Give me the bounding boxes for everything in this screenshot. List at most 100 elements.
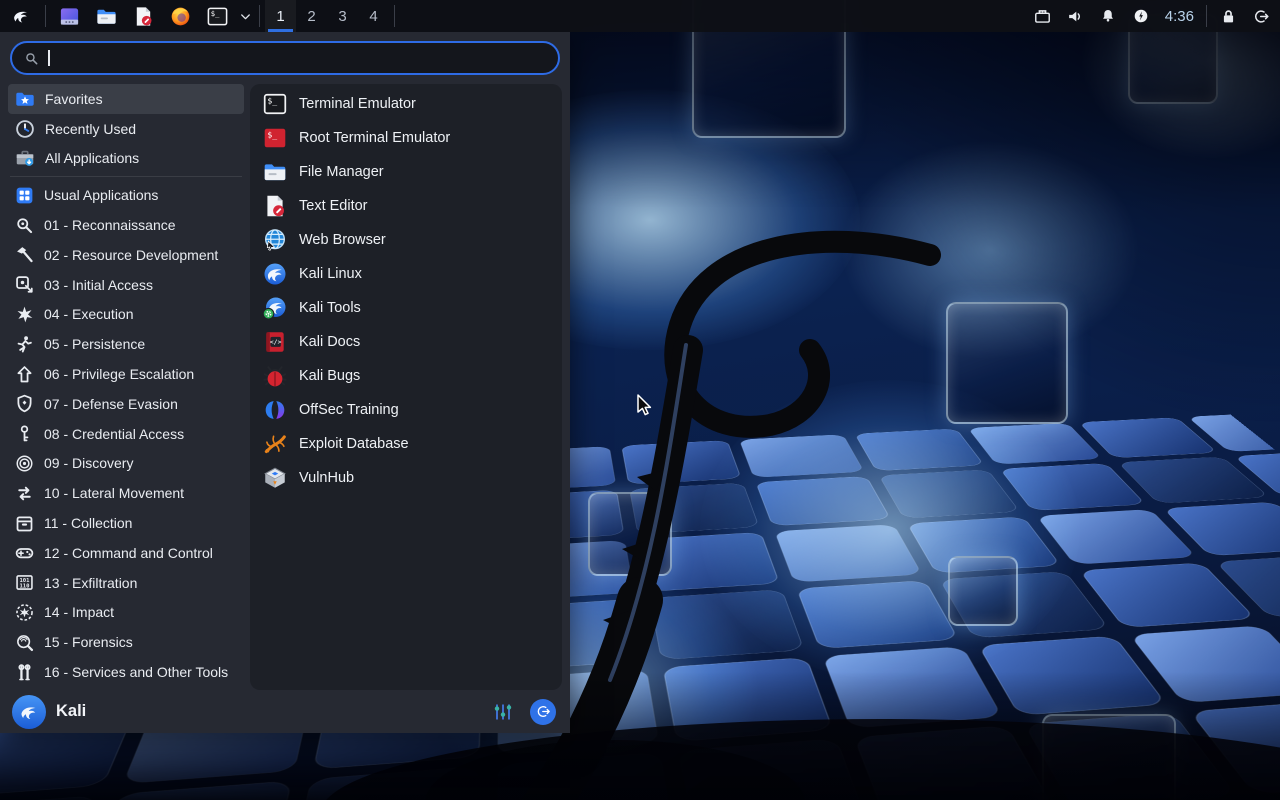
workspace-1[interactable]: 1	[265, 0, 296, 32]
app-label: File Manager	[299, 164, 384, 180]
logout-disc	[530, 698, 556, 725]
log-out-button[interactable]	[1245, 1, 1278, 31]
glass-cube	[946, 302, 1068, 424]
launcher-text-editor[interactable]	[125, 0, 162, 32]
workspace-4[interactable]: 4	[358, 0, 389, 32]
app-label: Kali Tools	[299, 300, 361, 316]
category-list: Favorites Recently Used All Applications…	[8, 84, 244, 690]
category-usual-applications[interactable]: Usual Applications	[8, 180, 244, 210]
lock-icon	[1219, 7, 1238, 26]
applications-menu-button[interactable]	[6, 2, 36, 30]
settings-sliders-icon	[491, 700, 515, 724]
category-recently-used[interactable]: Recently Used	[8, 114, 244, 144]
kali-dragon-icon	[262, 261, 288, 287]
search-input[interactable]	[10, 41, 560, 75]
app-label: VulnHub	[299, 470, 355, 486]
app-kali-bugs[interactable]: Kali Bugs	[256, 359, 556, 393]
workspace-2[interactable]: 2	[296, 0, 327, 32]
app-file-manager[interactable]: File Manager	[256, 155, 556, 189]
notifications-tray-button[interactable]	[1092, 1, 1125, 31]
category-09-discovery[interactable]: 09 - Discovery	[8, 449, 244, 479]
launcher-terminal[interactable]	[199, 0, 236, 32]
category-04-execution[interactable]: 04 - Execution	[8, 300, 244, 330]
launcher-file-manager[interactable]	[88, 0, 125, 32]
app-root-terminal-emulator[interactable]: Root Terminal Emulator	[256, 121, 556, 155]
terminal-icon	[206, 5, 229, 28]
bug-icon	[262, 363, 288, 389]
app-web-browser[interactable]: Web Browser	[256, 223, 556, 257]
workspace-number: 2	[307, 7, 316, 25]
launcher-web-browser[interactable]	[162, 0, 199, 32]
category-13-exfiltration[interactable]: 13 - Exfiltration	[8, 568, 244, 598]
launcher-app-window[interactable]	[51, 0, 88, 32]
category-all-applications[interactable]: All Applications	[8, 144, 244, 174]
category-favorites[interactable]: Favorites	[8, 84, 244, 114]
magnifier-icon	[14, 215, 35, 236]
category-11-collection[interactable]: 11 - Collection	[8, 508, 244, 538]
app-label: Text Editor	[299, 198, 368, 214]
panel-separator	[45, 5, 46, 27]
category-02-resource-development[interactable]: 02 - Resource Development	[8, 240, 244, 270]
category-05-persistence[interactable]: 05 - Persistence	[8, 329, 244, 359]
category-14-impact[interactable]: 14 - Impact	[8, 598, 244, 628]
workspace-3[interactable]: 3	[327, 0, 358, 32]
category-15-forensics[interactable]: 15 - Forensics	[8, 627, 244, 657]
favorites-app-list: Terminal Emulator Root Terminal Emulator…	[250, 84, 562, 690]
clock[interactable]: 4:36	[1165, 8, 1194, 25]
app-exploit-database[interactable]: Exploit Database	[256, 427, 556, 461]
app-grid-icon	[14, 185, 35, 206]
kali-dragon-icon	[17, 700, 41, 724]
fingerprint-magnifier-icon	[14, 632, 35, 653]
category-08-credential-access[interactable]: 08 - Credential Access	[8, 419, 244, 449]
app-kali-tools[interactable]: Kali Tools	[256, 291, 556, 325]
menu-settings-button[interactable]	[488, 697, 518, 727]
glass-cube	[588, 492, 672, 576]
launcher-dropdown-button[interactable]	[236, 0, 254, 32]
app-kali-linux[interactable]: Kali Linux	[256, 257, 556, 291]
app-kali-docs[interactable]: Kali Docs	[256, 325, 556, 359]
logout-icon	[535, 703, 552, 720]
app-text-editor[interactable]: Text Editor	[256, 189, 556, 223]
volume-tray-button[interactable]	[1059, 1, 1092, 31]
binary-grid-icon	[14, 572, 35, 593]
category-10-lateral-movement[interactable]: 10 - Lateral Movement	[8, 478, 244, 508]
explosion-icon	[14, 304, 35, 325]
category-16-services-and-other-tools[interactable]: 16 - Services and Other Tools	[8, 657, 244, 687]
app-label: Exploit Database	[299, 436, 409, 452]
app-offsec-training[interactable]: OffSec Training	[256, 393, 556, 427]
category-label: 01 - Reconnaissance	[44, 217, 176, 234]
category-12-command-and-control[interactable]: 12 - Command and Control	[8, 538, 244, 568]
category-label: 02 - Resource Development	[44, 246, 219, 263]
hammer-icon	[14, 244, 35, 265]
category-label: Recently Used	[45, 120, 137, 137]
category-label: 15 - Forensics	[44, 634, 133, 651]
app-label: Kali Linux	[299, 266, 362, 282]
folder-star-icon	[14, 88, 36, 110]
category-01-reconnaissance[interactable]: 01 - Reconnaissance	[8, 210, 244, 240]
category-03-initial-access[interactable]: 03 - Initial Access	[8, 270, 244, 300]
menu-logout-button[interactable]	[528, 697, 558, 727]
text-caret	[48, 50, 50, 66]
app-window-icon	[58, 5, 81, 28]
category-06-privilege-escalation[interactable]: 06 - Privilege Escalation	[8, 359, 244, 389]
vulnhub-cube-icon	[262, 465, 288, 491]
glass-cube	[948, 556, 1018, 626]
lock-screen-button[interactable]	[1212, 1, 1245, 31]
door-key-icon	[14, 274, 35, 295]
text-editor-icon	[262, 193, 288, 219]
panel-separator	[1206, 5, 1207, 27]
category-07-defense-evasion[interactable]: 07 - Defense Evasion	[8, 389, 244, 419]
app-label: Kali Docs	[299, 334, 361, 350]
whisker-menu: Favorites Recently Used All Applications…	[0, 32, 570, 733]
power-manager-tray-button[interactable]	[1125, 1, 1158, 31]
category-label: 16 - Services and Other Tools	[44, 664, 229, 681]
workspace-number: 4	[369, 7, 378, 25]
network-tray-button[interactable]	[1026, 1, 1059, 31]
app-vulnhub[interactable]: VulnHub	[256, 461, 556, 495]
top-panel: 1 2 3 4 4:36	[0, 0, 1280, 32]
arrow-up-icon	[14, 364, 35, 385]
category-label: 07 - Defense Evasion	[44, 395, 178, 412]
menu-footer: Kali	[0, 690, 570, 733]
tools-icon	[14, 662, 35, 683]
app-terminal-emulator[interactable]: Terminal Emulator	[256, 87, 556, 121]
